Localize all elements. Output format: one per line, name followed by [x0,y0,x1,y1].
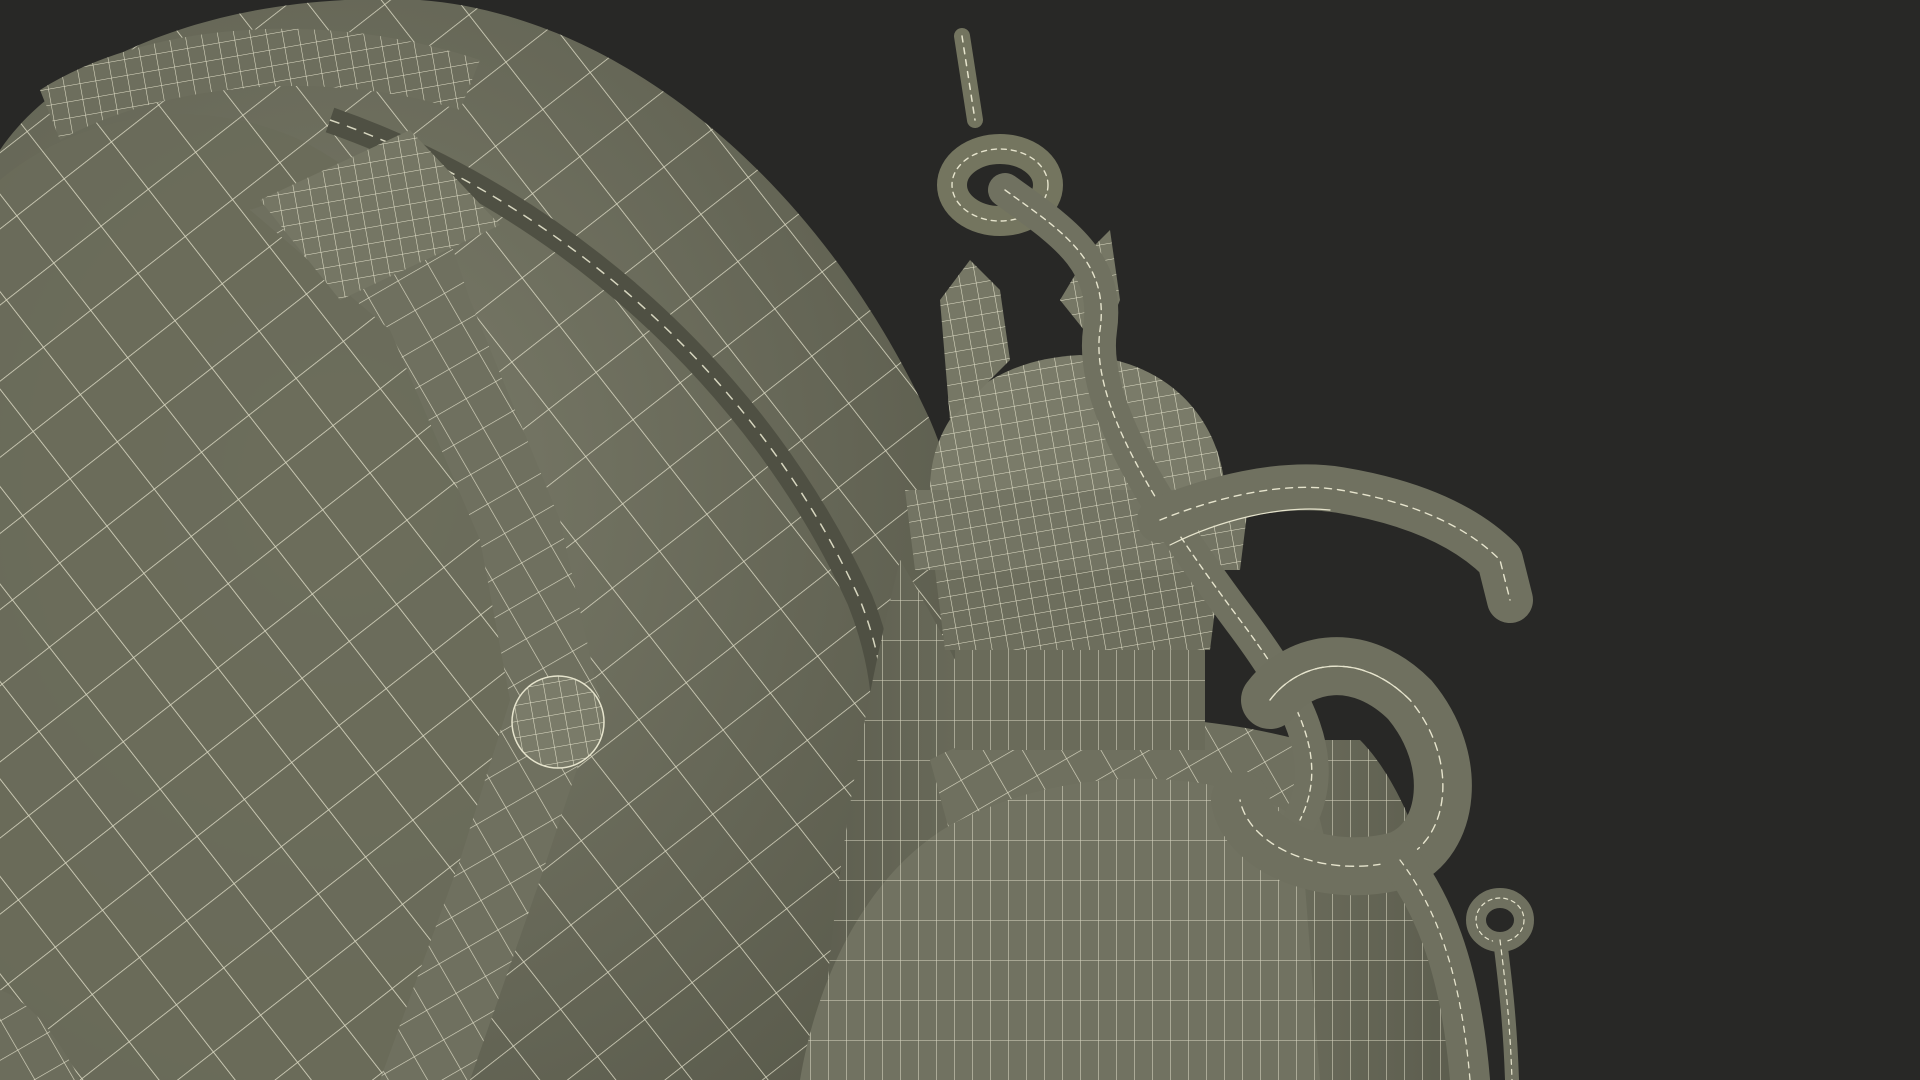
render-viewport [0,0,1920,1080]
wireframe-render [0,0,1534,1080]
